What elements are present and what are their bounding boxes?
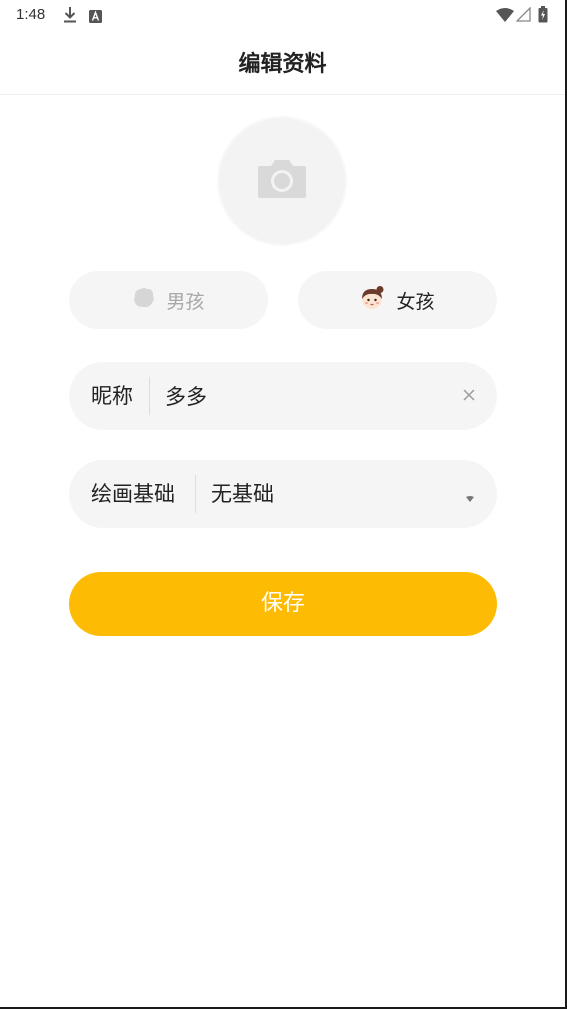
app-screen: 1:48 编辑资料 男孩 女孩 昵称 多多 绘画基础 无基础 保存: [0, 0, 567, 1009]
page-title: 编辑资料: [238, 52, 327, 77]
gender-boy-label: 男孩: [166, 290, 205, 313]
wifi-icon: [496, 7, 514, 26]
battery-charging-icon: [538, 6, 548, 27]
download-icon: [62, 6, 78, 28]
nickname-divider: [149, 377, 150, 415]
status-time: 1:48: [16, 6, 46, 23]
drawing-level-divider: [195, 475, 196, 513]
gender-girl-button[interactable]: 女孩: [298, 271, 497, 329]
caret-down-icon: [465, 489, 475, 502]
clear-nickname-button[interactable]: [459, 386, 479, 406]
girl-avatar-icon: [360, 285, 386, 316]
nickname-field: 昵称: [69, 362, 497, 430]
boy-avatar-icon: [132, 287, 156, 314]
close-icon: [462, 387, 476, 406]
avatar-upload-button[interactable]: [219, 118, 345, 244]
drawing-level-select[interactable]: 绘画基础 无基础: [69, 460, 497, 528]
camera-icon: [256, 158, 308, 204]
drawing-level-label: 绘画基础: [91, 482, 175, 506]
a-notification-icon: [89, 8, 102, 27]
drawing-level-value: 无基础: [211, 482, 274, 506]
gender-girl-label: 女孩: [396, 290, 435, 313]
nickname-label: 昵称: [91, 384, 133, 408]
title-bar: 编辑资料: [0, 30, 565, 95]
signal-icon: [515, 6, 531, 26]
status-bar: 1:48: [0, 0, 565, 30]
save-button[interactable]: 保存: [69, 572, 497, 636]
gender-boy-button[interactable]: 男孩: [69, 271, 268, 329]
nickname-input[interactable]: [165, 376, 445, 416]
